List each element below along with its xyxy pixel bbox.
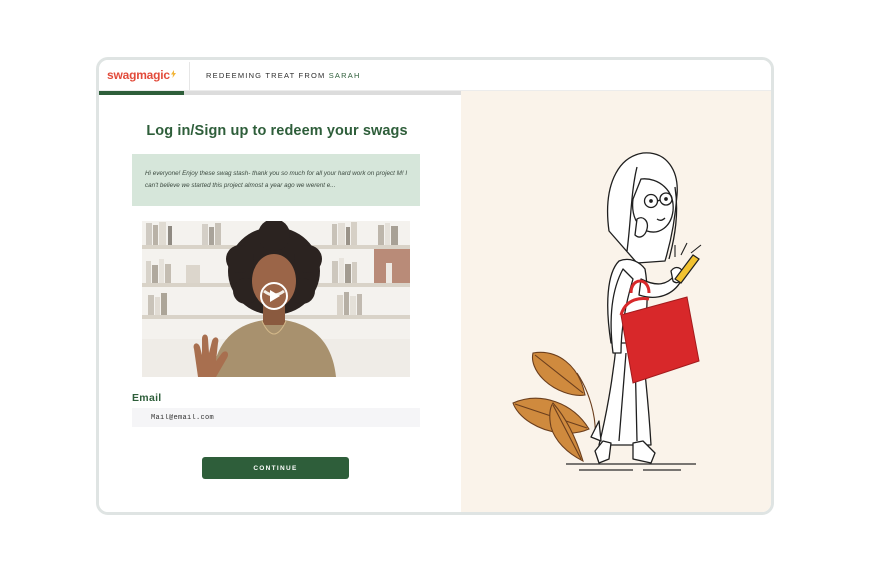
illustration-panel: [461, 91, 771, 512]
video-player[interactable]: [142, 221, 410, 377]
woman-with-bag-illustration: [512, 152, 702, 471]
logo[interactable]: swagmagic: [107, 68, 176, 82]
phone-icon: [674, 242, 702, 284]
redeem-prefix: REDEEMING TREAT FROM: [206, 71, 326, 80]
top-bar: swagmagic REDEEMING TREAT FROM SARAH: [99, 60, 771, 91]
leaf-icon: [512, 351, 596, 463]
continue-button[interactable]: CONTINUE: [202, 457, 349, 479]
logo-text: swagmagic: [107, 68, 170, 82]
page-title: Log in/Sign up to redeem your swags: [146, 123, 408, 139]
header-divider: [189, 62, 190, 90]
play-button[interactable]: [260, 282, 288, 310]
app-window: swagmagic REDEEMING TREAT FROM SARAH Log…: [96, 57, 774, 515]
play-icon: [270, 290, 280, 302]
email-label: Email: [132, 392, 162, 404]
redeem-status: REDEEMING TREAT FROM SARAH: [206, 71, 361, 80]
gift-message: Hi everyone! Enjoy these swag stash- tha…: [132, 154, 420, 206]
lightning-icon: [170, 70, 176, 78]
email-field[interactable]: [132, 408, 420, 427]
sender-name: SARAH: [328, 71, 361, 80]
login-panel: Log in/Sign up to redeem your swags Hi e…: [99, 95, 461, 512]
